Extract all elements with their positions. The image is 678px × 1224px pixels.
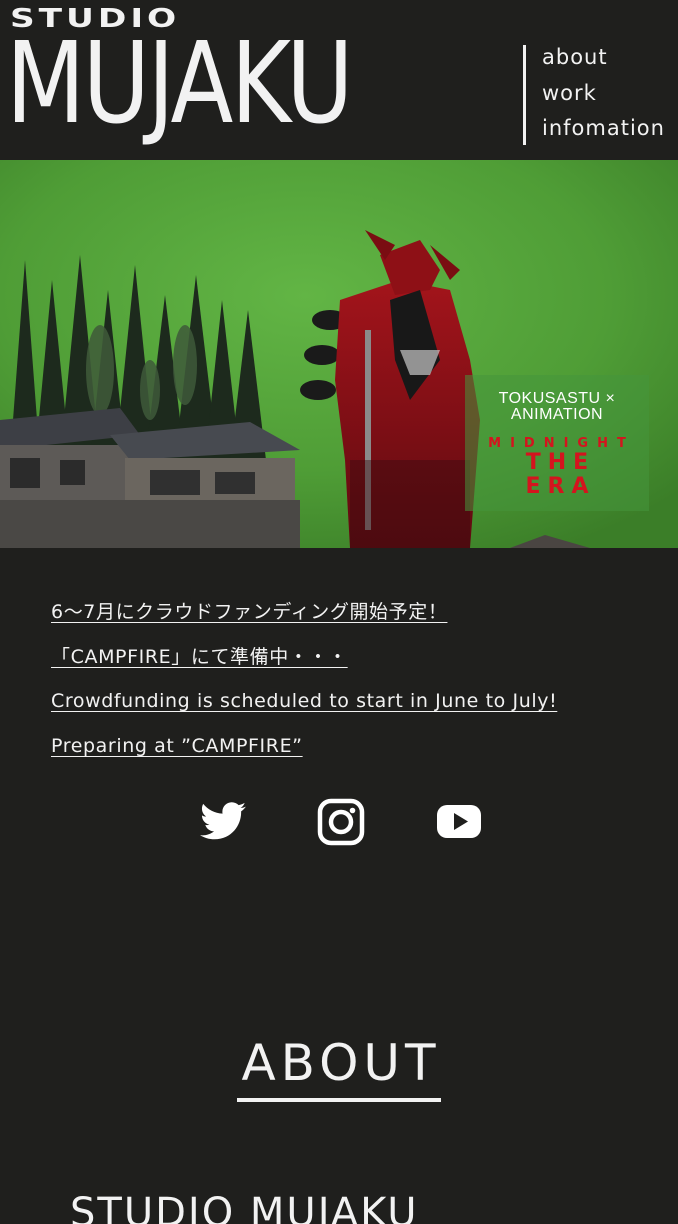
nav-divider bbox=[523, 45, 526, 145]
youtube-icon[interactable] bbox=[434, 797, 484, 847]
announcement-link-4[interactable]: Preparing at ”CAMPFIRE” bbox=[51, 724, 303, 769]
announcement-link-1[interactable]: 6〜7月にクラウドファンディング開始予定！ bbox=[51, 590, 447, 635]
instagram-icon[interactable] bbox=[316, 797, 366, 847]
site-header: STUDIO MUJAKU about work infomation bbox=[0, 0, 678, 160]
badge-subtitle: MIDNIGHT bbox=[488, 436, 635, 451]
badge-title-2: ERA bbox=[525, 474, 596, 499]
announcement-link-2[interactable]: 「CAMPFIRE」にて準備中・・・ bbox=[51, 635, 348, 680]
badge-line-2: ANIMATION bbox=[510, 406, 604, 423]
badge-title-1: THE bbox=[525, 450, 596, 475]
about-section-heading: ABOUT bbox=[0, 1032, 678, 1102]
main-nav: about work infomation bbox=[542, 40, 665, 147]
site-logo[interactable]: STUDIO MUJAKU bbox=[6, 6, 353, 151]
twitter-icon[interactable] bbox=[198, 797, 248, 847]
announcement-link-3[interactable]: Crowdfunding is scheduled to start in Ju… bbox=[51, 679, 557, 724]
badge-line-1: TOKUSASTU × bbox=[498, 390, 616, 407]
nav-item-work[interactable]: work bbox=[542, 76, 665, 112]
page: STUDIO MUJAKU about work infomation TOKU… bbox=[0, 0, 678, 1224]
about-heading-text: ABOUT bbox=[237, 1032, 441, 1102]
announcement: 6〜7月にクラウドファンディング開始予定！ 「CAMPFIRE」にて準備中・・・… bbox=[51, 590, 651, 768]
social-links bbox=[0, 797, 678, 847]
hero-image: TOKUSASTU × ANIMATION MIDNIGHT THE ERA bbox=[0, 160, 678, 548]
nav-item-infomation[interactable]: infomation bbox=[542, 111, 665, 147]
about-subheading: STUDIO MUJAKU bbox=[70, 1190, 419, 1224]
logo-main-text: MUJAKU bbox=[6, 19, 353, 149]
nav-item-about[interactable]: about bbox=[542, 40, 665, 76]
hero-badge[interactable]: TOKUSASTU × ANIMATION MIDNIGHT THE ERA bbox=[465, 375, 649, 511]
